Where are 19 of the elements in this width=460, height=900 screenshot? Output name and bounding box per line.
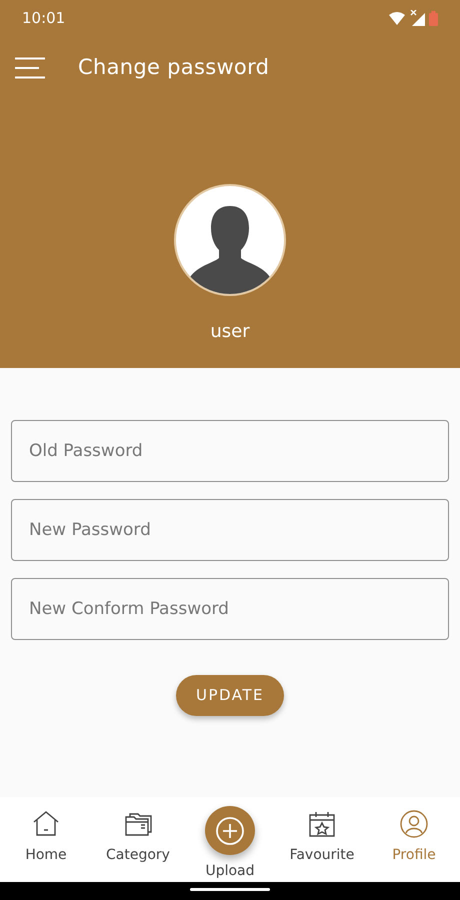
nav-tab[interactable]: Upload: [184, 797, 276, 882]
status-time: 10:01: [22, 8, 66, 29]
screen-title: Change password: [78, 54, 270, 82]
signal-icon: [409, 10, 425, 26]
menu-icon[interactable]: [14, 57, 46, 79]
nav-tab[interactable]: Profile: [368, 797, 460, 882]
battery-icon: [429, 10, 438, 26]
nav-tab[interactable]: Favourite: [276, 797, 368, 882]
nav-tab[interactable]: Category: [92, 797, 184, 882]
password-field[interactable]: Old Password: [11, 420, 449, 482]
calendar-star-icon: [307, 809, 337, 839]
password-field[interactable]: New Password: [11, 499, 449, 561]
password-field[interactable]: New Conform Password: [11, 578, 449, 640]
add-icon: [215, 816, 245, 846]
update-button[interactable]: UPDATE: [176, 675, 284, 716]
username: user: [209, 320, 251, 344]
nav-tab[interactable]: Home: [0, 797, 92, 882]
user-circle-icon: [399, 809, 429, 839]
wifi-icon: [389, 12, 405, 24]
